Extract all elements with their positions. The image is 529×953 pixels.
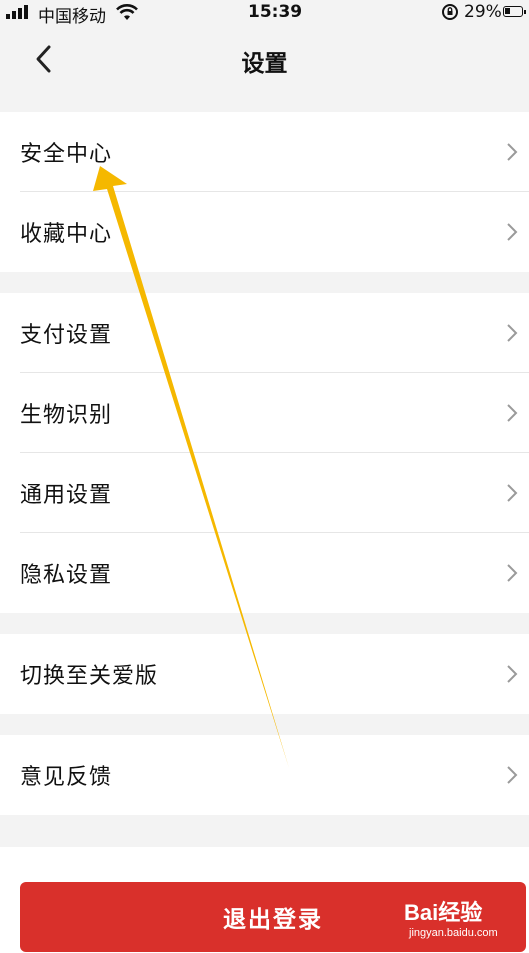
settings-item-label: 收藏中心 <box>20 222 113 247</box>
chevron-right-icon <box>507 143 518 161</box>
chevron-right-icon <box>507 564 518 582</box>
settings-item-label: 通用设置 <box>20 483 113 508</box>
navigation-bar: 设置 <box>0 26 529 112</box>
settings-group-account: 安全中心 收藏中心 <box>0 112 529 272</box>
wifi-icon <box>116 4 138 20</box>
settings-item-security-center[interactable]: 安全中心 <box>0 112 529 192</box>
settings-group-care-mode: 切换至关爱版 <box>0 634 529 714</box>
chevron-right-icon <box>507 223 518 241</box>
chevron-right-icon <box>507 404 518 422</box>
chevron-right-icon <box>507 484 518 502</box>
chevron-right-icon <box>507 665 518 683</box>
watermark: Bai经验 jingyan.baidu.com <box>404 895 498 939</box>
battery-percentage: 29% <box>464 2 502 22</box>
settings-group-general: 支付设置 生物识别 通用设置 隐私设置 <box>0 293 529 613</box>
settings-item-label: 切换至关爱版 <box>20 664 159 689</box>
settings-item-label: 安全中心 <box>20 142 113 167</box>
settings-item-biometrics[interactable]: 生物识别 <box>0 373 529 453</box>
clock-time: 15:39 <box>248 2 303 22</box>
watermark-brand: Bai经验 <box>404 900 483 925</box>
battery-icon <box>503 6 526 17</box>
rotation-lock-icon <box>442 4 458 20</box>
chevron-right-icon <box>507 324 518 342</box>
settings-item-label: 隐私设置 <box>20 563 113 588</box>
settings-group-feedback: 意见反馈 <box>0 735 529 815</box>
status-bar: 中国移动 15:39 29% <box>0 0 529 27</box>
chevron-right-icon <box>507 766 518 784</box>
settings-item-general-settings[interactable]: 通用设置 <box>0 453 529 533</box>
settings-item-payment-settings[interactable]: 支付设置 <box>0 293 529 373</box>
settings-item-label: 意见反馈 <box>20 765 113 790</box>
settings-item-privacy-settings[interactable]: 隐私设置 <box>0 533 529 613</box>
watermark-url: jingyan.baidu.com <box>409 927 498 939</box>
settings-item-favorites-center[interactable]: 收藏中心 <box>0 192 529 272</box>
signal-icon <box>6 5 28 19</box>
settings-item-feedback[interactable]: 意见反馈 <box>0 735 529 815</box>
carrier-name: 中国移动 <box>38 7 106 27</box>
settings-item-label: 支付设置 <box>20 323 113 348</box>
settings-item-label: 生物识别 <box>20 403 113 428</box>
page-title: 设置 <box>241 51 288 77</box>
settings-item-care-mode[interactable]: 切换至关爱版 <box>0 634 529 714</box>
